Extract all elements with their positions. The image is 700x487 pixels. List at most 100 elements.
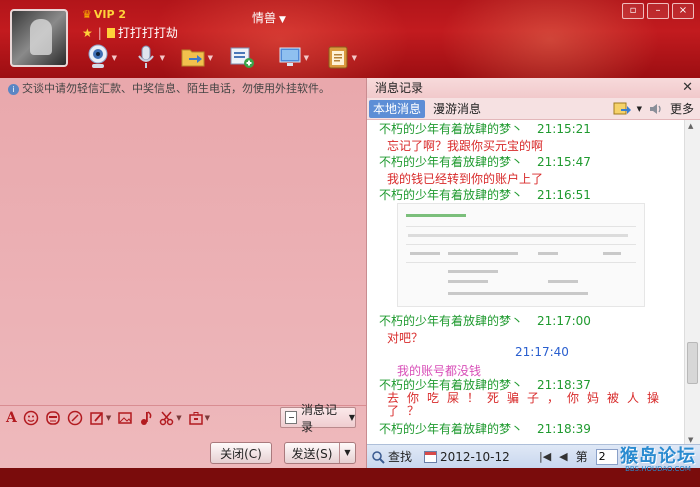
remote-assist-menu-arrow[interactable]: ▼ xyxy=(304,54,309,62)
avatar[interactable] xyxy=(10,9,68,67)
speaker-icon[interactable] xyxy=(648,102,664,116)
shake-window-button[interactable] xyxy=(67,409,83,427)
crown-icon: ♛ xyxy=(82,8,92,21)
skin-button[interactable]: ▫ xyxy=(622,3,644,19)
window-controls: ▫ – × xyxy=(622,3,694,19)
font-icon: A xyxy=(6,409,17,426)
contact-name[interactable]: 情兽 ▼ xyxy=(252,9,286,26)
app-menu-arrow[interactable]: ▼ xyxy=(352,54,357,62)
screenshot-button[interactable]: ▼ xyxy=(159,409,182,427)
history-title: 消息记录 xyxy=(375,81,424,95)
message-time: 21:15:47 xyxy=(537,155,591,169)
history-icon xyxy=(285,411,298,424)
scissors-icon xyxy=(160,411,174,425)
vip-badge[interactable]: ♛ VIP 2 xyxy=(82,8,126,21)
screenshot-menu-arrow[interactable]: ▼ xyxy=(176,414,181,422)
date-picker[interactable]: 2012-10-12 xyxy=(424,450,510,464)
history-pane: 消息记录 ✕ 本地消息 漫游消息 ▼ 更多 不朽的少年有着放肆的梦丶 21:15:… xyxy=(366,78,700,468)
export-menu-arrow[interactable]: ▼ xyxy=(637,105,642,113)
export-icon[interactable] xyxy=(613,102,631,116)
toolbox-button[interactable]: ▼ xyxy=(188,409,210,427)
font-button[interactable]: A xyxy=(6,409,17,427)
magic-emoji-button[interactable] xyxy=(45,409,61,427)
image-detail xyxy=(406,214,466,217)
send-file-menu-arrow[interactable]: ▼ xyxy=(208,54,213,62)
message-time: 21:18:39 xyxy=(537,422,591,436)
chat-pane: i 交谈中请勿轻信汇款、中奖信息、陌生电话，勿使用外挂软件。 A ▼ ▼ ▼ 消… xyxy=(0,78,366,468)
search-button[interactable]: 查找 xyxy=(371,448,412,465)
prev-page-icon[interactable]: ◀ xyxy=(559,450,567,463)
sender-name[interactable]: 不朽的少年有着放肆的梦丶 xyxy=(379,378,523,392)
image-detail xyxy=(448,270,498,273)
app-menu-button[interactable]: ▼ xyxy=(318,42,358,72)
voice-call-button[interactable]: ▼ xyxy=(126,42,166,72)
scroll-thumb[interactable] xyxy=(687,342,698,384)
scroll-up-arrow[interactable]: ▲ xyxy=(688,122,693,130)
close-button[interactable]: 关闭(C) xyxy=(210,442,272,464)
history-message-list[interactable]: 不朽的少年有着放肆的梦丶 21:15:21 忘记了啊？我跟你买元宝的啊 不朽的少年… xyxy=(367,120,685,446)
send-file-button[interactable]: ▼ xyxy=(174,42,214,72)
briefcase-icon xyxy=(188,411,203,425)
list-add-icon xyxy=(230,47,254,68)
send-image-button[interactable] xyxy=(117,409,133,427)
search-icon xyxy=(372,450,385,464)
format-toolbar: A ▼ ▼ ▼ 消息记录 ▼ xyxy=(0,403,366,434)
history-scrollbar[interactable]: ▲ ▼ xyxy=(684,120,700,446)
doodle-button[interactable]: ▼ xyxy=(89,409,111,427)
signature[interactable]: 打打打打劫 xyxy=(118,26,178,40)
send-label: 发送(S) xyxy=(291,446,333,461)
self-message-time: 21:17:40 xyxy=(515,345,569,359)
remote-assist-button[interactable]: ▼ xyxy=(270,42,310,72)
avatar-figure xyxy=(30,19,52,55)
video-call-button[interactable]: ▼ xyxy=(78,42,118,72)
folder-arrow-icon xyxy=(181,49,205,67)
microphone-icon xyxy=(138,45,154,68)
chat-message-area[interactable] xyxy=(0,96,366,404)
image-detail xyxy=(406,244,636,245)
vip-label: VIP 2 xyxy=(93,8,127,21)
message-history-button[interactable]: 消息记录 ▼ xyxy=(280,403,356,434)
close-history-icon[interactable]: ✕ xyxy=(682,78,693,98)
security-notice: i 交谈中请勿轻信汇款、中奖信息、陌生电话，勿使用外挂软件。 xyxy=(8,80,330,96)
video-call-menu-arrow[interactable]: ▼ xyxy=(112,54,117,62)
emoji-button[interactable] xyxy=(23,409,39,427)
sender-name[interactable]: 不朽的少年有着放肆的梦丶 xyxy=(379,122,523,136)
level-row: ★ | 打打打打劫 xyxy=(82,24,178,41)
sender-name[interactable]: 不朽的少年有着放肆的梦丶 xyxy=(379,188,523,202)
first-page-icon[interactable]: |◀ xyxy=(539,450,551,463)
history-menu-arrow[interactable]: ▼ xyxy=(349,413,355,422)
send-button[interactable]: 发送(S) ▼ xyxy=(284,442,356,464)
minimize-button[interactable]: – xyxy=(647,3,669,19)
image-detail xyxy=(538,252,558,255)
image-detail xyxy=(448,280,488,283)
monitor-icon xyxy=(279,47,301,66)
send-options-arrow[interactable]: ▼ xyxy=(339,443,355,463)
page-input[interactable] xyxy=(595,448,618,465)
date-value: 2012-10-12 xyxy=(440,449,510,464)
voice-call-menu-arrow[interactable]: ▼ xyxy=(160,54,165,62)
message-header: 不朽的少年有着放肆的梦丶 21:16:51 xyxy=(379,186,591,203)
tab-local-messages[interactable]: 本地消息 xyxy=(369,99,426,118)
message-time: 21:18:37 xyxy=(537,378,591,392)
message-time: 21:17:00 xyxy=(537,314,591,328)
sender-name[interactable]: 不朽的少年有着放肆的梦丶 xyxy=(379,422,523,436)
star-icon[interactable]: ★ xyxy=(82,26,93,40)
more-button[interactable]: 更多 xyxy=(670,100,694,117)
sender-name[interactable]: 不朽的少年有着放肆的梦丶 xyxy=(379,314,523,328)
toolbox-menu-arrow[interactable]: ▼ xyxy=(205,414,210,422)
search-label: 查找 xyxy=(388,450,413,464)
shake-icon xyxy=(67,410,83,425)
sender-name[interactable]: 不朽的少年有着放肆的梦丶 xyxy=(379,155,523,169)
create-discussion-button[interactable] xyxy=(222,42,262,72)
message-header: 不朽的少年有着放肆的梦丶 21:15:47 xyxy=(379,153,591,170)
image-detail xyxy=(406,226,636,227)
close-window-button[interactable]: × xyxy=(672,3,694,19)
image-detail xyxy=(448,252,518,255)
notice-text: 交谈中请勿轻信汇款、中奖信息、陌生电话，勿使用外挂软件。 xyxy=(22,82,330,95)
history-tools: ▼ 更多 xyxy=(613,100,694,117)
tab-roaming-messages[interactable]: 漫游消息 xyxy=(429,100,485,118)
doodle-menu-arrow[interactable]: ▼ xyxy=(106,414,111,422)
smiley-icon xyxy=(23,410,39,425)
music-button[interactable] xyxy=(139,409,153,427)
screenshot-image[interactable] xyxy=(397,203,645,307)
